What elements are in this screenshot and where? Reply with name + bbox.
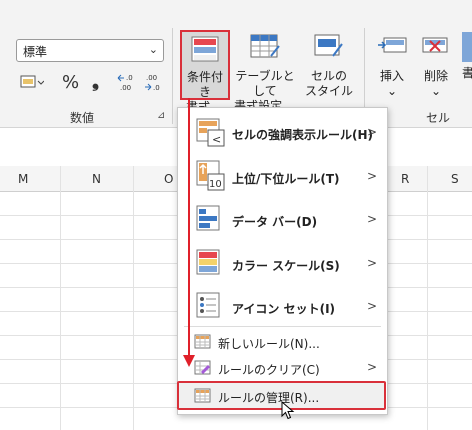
column-header-s[interactable]: S <box>451 172 459 186</box>
comma-style-button[interactable]: ❟ <box>92 71 99 92</box>
conditional-formatting-icon <box>191 36 219 62</box>
format-as-table-label: テーブルとして <box>235 69 295 98</box>
number-dialog-launcher-icon[interactable]: ⊿ <box>157 110 165 121</box>
menu-label-manage-rules: ルールの管理(R)... <box>218 391 320 405</box>
menu-label-new-rule: 新しいルール(N)... <box>218 337 320 351</box>
column-header-o[interactable]: O <box>164 172 173 186</box>
number-format-select[interactable]: 標準 ⌄ <box>16 39 164 62</box>
format-icon <box>462 32 472 62</box>
menu-item-icon-sets[interactable]: アイコン セット(I) > <box>178 286 387 328</box>
table-format-icon <box>250 34 280 58</box>
menu-item-new-rule[interactable]: 新しいルール(N)... <box>178 330 387 354</box>
currency-icon <box>20 75 45 88</box>
new-rule-icon <box>194 334 211 349</box>
icon-sets-icon <box>196 292 220 318</box>
cell-styles-button[interactable]: セルの スタイル ⌄ <box>302 28 356 114</box>
annotation-arrow-line <box>188 98 190 360</box>
insert-cells-button[interactable]: 挿入 ⌄ <box>372 28 412 99</box>
top-bottom-rules-icon: 10 <box>196 160 225 191</box>
conditional-formatting-button[interactable]: 条件付き 書式 ⌄ <box>180 30 230 114</box>
menu-separator <box>184 326 381 327</box>
cell-styles-icon <box>314 34 343 57</box>
decrease-decimal-icon: .00 .0 <box>145 74 160 92</box>
group-separator <box>172 28 173 124</box>
svg-text:10: 10 <box>209 179 222 190</box>
color-scales-icon <box>196 249 220 275</box>
submenu-arrow-icon: > <box>366 212 377 226</box>
svg-text:.00: .00 <box>146 74 157 82</box>
menu-item-data-bars[interactable]: データ バー(D) > <box>178 198 387 242</box>
data-bars-icon <box>196 205 220 231</box>
grid-line <box>133 166 134 430</box>
cells-group-label: セル <box>426 111 451 125</box>
chevron-down-icon: ⌄ <box>148 43 158 56</box>
percent-style-button[interactable]: % <box>62 72 79 93</box>
mouse-pointer-icon <box>281 401 295 420</box>
format-cells-button[interactable]: 書 <box>462 28 472 81</box>
column-header-m[interactable]: M <box>18 172 28 186</box>
menu-item-color-scales[interactable]: カラー スケール(S) > <box>178 242 387 286</box>
number-format-value: 標準 <box>23 45 48 59</box>
svg-text:.0: .0 <box>153 84 160 92</box>
highlight-cells-rules-icon: < <box>196 118 225 147</box>
menu-label-clear-rules: ルールのクリア(C) <box>218 363 320 377</box>
menu-item-highlight-cells-rules[interactable]: < セルの強調表示ルール(H) > <box>178 112 387 154</box>
decrease-decimal-button[interactable]: .00 .0 <box>142 72 164 96</box>
submenu-arrow-icon: > <box>366 256 377 270</box>
accounting-format-button[interactable] <box>20 73 45 95</box>
menu-label-data-bars: データ バー(D) <box>232 215 318 229</box>
delete-cells-button[interactable]: 削除 ⌄ <box>416 28 456 99</box>
increase-decimal-icon: .0 .00 <box>117 74 133 92</box>
delete-label: 削除 <box>423 69 448 83</box>
grid-line <box>427 166 428 430</box>
submenu-arrow-icon: > <box>366 360 377 374</box>
column-header-r[interactable]: R <box>401 172 409 186</box>
manage-rules-icon <box>194 388 211 403</box>
cell-styles-label: セルの <box>310 69 347 83</box>
annotation-arrow-head <box>183 355 195 367</box>
menu-label-icon-sets: アイコン セット(I) <box>232 302 336 316</box>
delete-dropdown-label: ⌄ <box>430 84 442 98</box>
menu-label-highlight-cells-rules: セルの強調表示ルール(H) <box>232 128 374 142</box>
clear-rules-icon <box>194 360 211 375</box>
delete-cells-icon <box>422 37 448 53</box>
submenu-arrow-icon: > <box>366 169 377 183</box>
svg-text:<: < <box>212 133 221 146</box>
insert-dropdown-label: ⌄ <box>386 84 398 98</box>
submenu-arrow-icon: > <box>366 299 377 313</box>
increase-decimal-button[interactable]: .0 .00 <box>116 72 138 96</box>
column-header-n[interactable]: N <box>92 172 101 186</box>
submenu-arrow-icon: > <box>366 125 377 139</box>
svg-text:.00: .00 <box>120 84 131 92</box>
format-label: 書 <box>462 66 472 80</box>
svg-text:.0: .0 <box>126 74 133 82</box>
menu-item-clear-rules[interactable]: ルールのクリア(C) > <box>178 356 387 380</box>
menu-label-top-bottom-rules: 上位/下位ルール(T) <box>232 172 340 186</box>
insert-cells-icon <box>378 37 407 53</box>
format-as-table-button[interactable]: テーブルとして 書式設定 ⌄ <box>232 28 298 114</box>
number-group-label: 数値 <box>70 111 95 125</box>
menu-item-top-bottom-rules[interactable]: 10 上位/下位ルール(T) > <box>178 154 387 198</box>
insert-label: 挿入 <box>379 69 404 83</box>
grid-line <box>60 166 61 430</box>
menu-label-color-scales: カラー スケール(S) <box>232 259 340 273</box>
conditional-formatting-menu: < セルの強調表示ルール(H) > 10 上位/下位ルール(T) > データ バ… <box>177 107 388 415</box>
conditional-formatting-label: 条件付き <box>186 70 223 99</box>
